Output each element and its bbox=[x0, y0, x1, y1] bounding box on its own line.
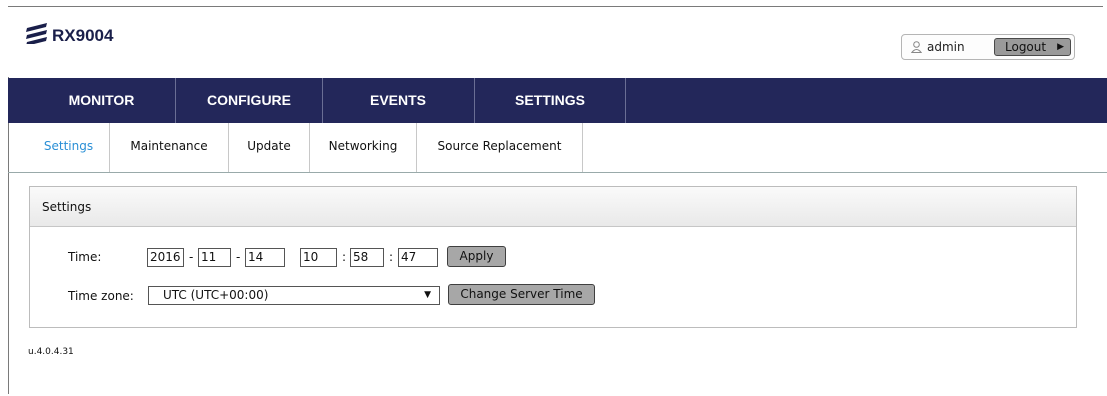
version-label: u.4.0.4.31 bbox=[28, 347, 74, 357]
month-field[interactable]: 11 bbox=[198, 248, 231, 267]
hour-field[interactable]: 10 bbox=[300, 248, 337, 267]
tab-networking[interactable]: Networking bbox=[310, 123, 416, 172]
chevron-down-icon: ▼ bbox=[424, 290, 431, 300]
timezone-label: Time zone: bbox=[68, 289, 134, 303]
chevron-right-icon: ▶ bbox=[1057, 42, 1064, 52]
time-label: Time: bbox=[68, 250, 102, 264]
tab-settings[interactable]: Settings bbox=[28, 123, 109, 172]
tab-maintenance[interactable]: Maintenance bbox=[110, 123, 228, 172]
timezone-value: UTC (UTC+00:00) bbox=[163, 288, 269, 302]
app-name: RX9004 bbox=[52, 26, 114, 45]
date-separator: - bbox=[236, 250, 241, 264]
apply-button[interactable]: Apply bbox=[447, 246, 506, 267]
nav-item-settings[interactable]: SETTINGS bbox=[475, 78, 625, 123]
tab-source-replacement[interactable]: Source Replacement bbox=[417, 123, 582, 172]
sub-nav: Settings Maintenance Update Networking S… bbox=[8, 123, 1107, 173]
logout-label: Logout bbox=[1005, 40, 1047, 54]
second-field[interactable]: 47 bbox=[398, 248, 438, 267]
main-nav: MONITOR CONFIGURE EVENTS SETTINGS bbox=[8, 78, 1107, 123]
time-separator: : bbox=[342, 250, 347, 264]
brand-logo-icon bbox=[26, 23, 47, 44]
nav-divider bbox=[625, 78, 626, 123]
username: admin bbox=[927, 40, 965, 54]
day-field[interactable]: 14 bbox=[245, 248, 285, 267]
timezone-select[interactable]: UTC (UTC+00:00) ▼ bbox=[148, 286, 440, 305]
user-icon bbox=[911, 41, 922, 53]
year-field[interactable]: 2016 bbox=[147, 248, 184, 267]
logout-button[interactable]: Logout ▶ bbox=[994, 38, 1071, 56]
subnav-divider bbox=[582, 123, 583, 172]
nav-item-events[interactable]: EVENTS bbox=[323, 78, 473, 123]
panel-header: Settings bbox=[30, 187, 1076, 227]
nav-item-monitor[interactable]: MONITOR bbox=[28, 78, 175, 123]
minute-field[interactable]: 58 bbox=[350, 248, 384, 267]
user-box: admin Logout ▶ bbox=[901, 34, 1075, 60]
change-server-time-button[interactable]: Change Server Time bbox=[448, 284, 595, 305]
date-separator: - bbox=[189, 250, 194, 264]
settings-panel: Settings Time: 2016 - 11 - 14 10 : 58 : … bbox=[29, 186, 1077, 328]
tab-update[interactable]: Update bbox=[229, 123, 309, 172]
panel-title: Settings bbox=[42, 200, 92, 214]
time-separator: : bbox=[389, 250, 394, 264]
logo: RX9004 bbox=[24, 22, 113, 44]
nav-item-configure[interactable]: CONFIGURE bbox=[176, 78, 322, 123]
